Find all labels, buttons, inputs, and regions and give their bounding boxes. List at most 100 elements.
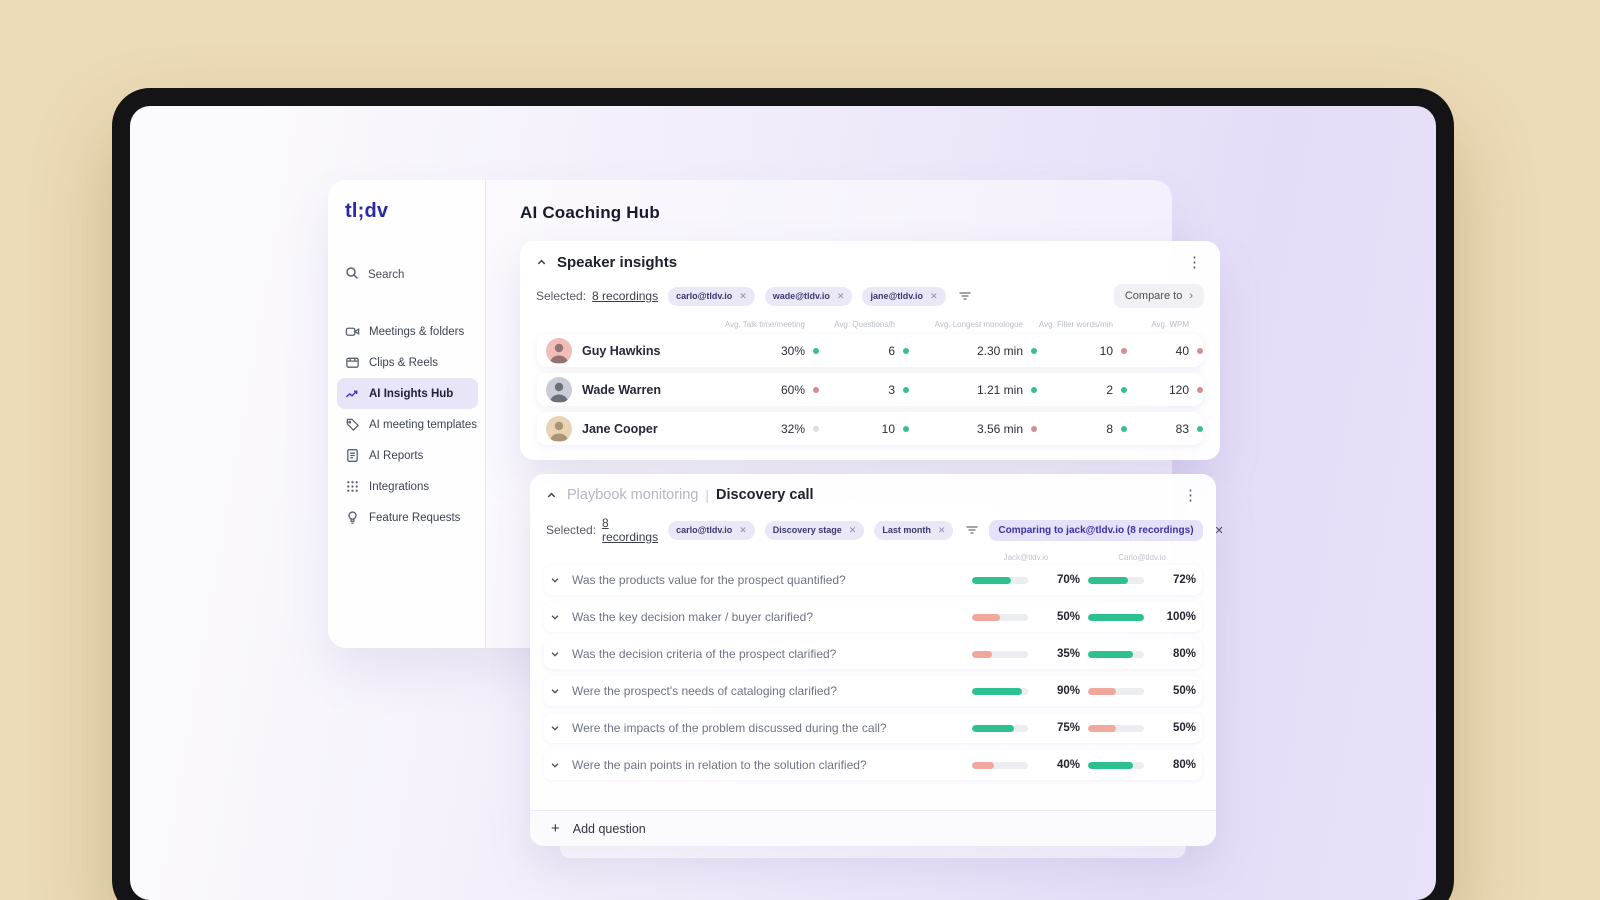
question-text: Were the prospect's needs of cataloging … — [572, 684, 837, 698]
line-chart-icon — [345, 386, 360, 401]
question-row[interactable]: Was the key decision maker / buyer clari… — [544, 602, 1202, 632]
filter-icon[interactable] — [958, 289, 972, 303]
column-header: Avg. Filler words/min — [1038, 320, 1113, 329]
question-row[interactable]: Was the decision criteria of the prospec… — [544, 639, 1202, 669]
table-row[interactable]: Guy Hawkins 30% 6 2.30 min 10 40 — [537, 334, 1203, 367]
search-label: Search — [368, 268, 405, 281]
sidebar: tl;dv Search Meetings & folders Clips & … — [328, 180, 486, 648]
filter-chip-label: jane@tldv.io — [870, 291, 924, 301]
sidebar-item-ai-meeting-templates[interactable]: AI meeting templates — [337, 409, 478, 440]
selected-count-link[interactable]: 8 recordings — [602, 516, 658, 544]
chevron-right-icon: › — [1189, 290, 1193, 302]
progress-bar — [1088, 576, 1144, 584]
chip-close-icon[interactable]: ✕ — [739, 291, 747, 302]
chevron-down-icon[interactable] — [550, 760, 564, 770]
avatar — [546, 337, 572, 364]
question-row[interactable]: Were the pain points in relation to the … — [544, 750, 1202, 780]
speaker-insights-card: Speaker insights ⋮ Selected: 8 recording… — [520, 241, 1220, 460]
sidebar-item-integrations[interactable]: Integrations — [337, 471, 478, 502]
progress-value: 40% — [1056, 759, 1080, 771]
video-camera-icon — [345, 324, 360, 339]
chevron-down-icon[interactable] — [550, 723, 564, 733]
speaker-filter-row: Selected: 8 recordings carlo@tldv.io ✕ w… — [520, 278, 1220, 308]
progress-value: 80% — [1172, 759, 1196, 771]
progress-bar — [972, 724, 1028, 732]
filter-chip-label: carlo@tldv.io — [676, 525, 733, 535]
speaker-table-columns: Avg. Talk time/meeting Avg. Questions/h … — [520, 308, 1220, 334]
filter-chip[interactable]: Discovery stage ✕ — [764, 520, 865, 540]
metric-value: 120 — [1168, 382, 1189, 397]
lightbulb-icon — [345, 510, 360, 525]
chevron-down-icon[interactable] — [550, 612, 564, 622]
chip-close-icon[interactable]: ✕ — [739, 525, 747, 536]
chip-close-icon[interactable]: ✕ — [837, 291, 845, 302]
column-header: Avg. Questions/h — [834, 320, 895, 329]
progress-bar — [1088, 687, 1144, 695]
column-header: Avg. Talk time/meeting — [724, 320, 805, 329]
chevron-down-icon[interactable] — [550, 575, 564, 585]
progress-bar — [972, 687, 1028, 695]
plus-icon: + — [551, 820, 560, 837]
speaker-insights-title: Speaker insights — [557, 254, 678, 271]
search-button[interactable]: Search — [345, 266, 404, 283]
search-icon — [345, 266, 359, 283]
column-header: Avg. WPM — [1151, 320, 1189, 329]
filter-chip[interactable]: Last month ✕ — [874, 520, 954, 540]
filter-chip[interactable]: carlo@tldv.io ✕ — [668, 286, 755, 306]
add-question-button[interactable]: + Add question — [530, 810, 1216, 846]
chevron-down-icon[interactable] — [550, 649, 564, 659]
comparing-chip[interactable]: Comparing to jack@tldv.io (8 recordings) — [989, 519, 1203, 541]
progress-bar — [1088, 650, 1144, 658]
chip-close-icon[interactable]: ✕ — [930, 291, 938, 302]
filter-chip-label: carlo@tldv.io — [676, 291, 733, 301]
progress-bar — [1088, 724, 1144, 732]
metric-value: 60% — [780, 382, 805, 397]
sidebar-item-label: AI Insights Hub — [369, 387, 454, 400]
collapse-chevron-up-icon[interactable] — [546, 490, 557, 501]
sidebar-item-ai-insights-hub[interactable]: AI Insights Hub — [337, 378, 478, 409]
filter-chip[interactable]: carlo@tldv.io ✕ — [668, 520, 755, 540]
chip-close-icon[interactable]: ✕ — [849, 525, 857, 536]
sidebar-item-meetings-folders[interactable]: Meetings & folders — [337, 316, 478, 347]
selected-count-link[interactable]: 8 recordings — [592, 289, 658, 303]
question-text: Was the key decision maker / buyer clari… — [572, 610, 813, 624]
progress-value: 90% — [1056, 685, 1080, 697]
sidebar-item-clips-reels[interactable]: Clips & Reels — [337, 347, 478, 378]
progress-bar — [1088, 761, 1144, 769]
status-dot — [1197, 347, 1203, 354]
kebab-menu-icon[interactable]: ⋮ — [1185, 255, 1204, 270]
question-row[interactable]: Were the prospect's needs of cataloging … — [544, 676, 1202, 706]
report-icon — [345, 448, 360, 463]
card-stack-edge — [560, 846, 1186, 858]
avatar — [546, 415, 572, 442]
column-header: Avg. Longest monologue — [934, 320, 1023, 329]
table-row[interactable]: Jane Cooper 32% 10 3.56 min 8 83 — [537, 412, 1203, 445]
sidebar-menu: Meetings & folders Clips & Reels AI Insi… — [337, 316, 478, 533]
sidebar-item-feature-requests[interactable]: Feature Requests — [337, 502, 478, 533]
collapse-chevron-up-icon[interactable] — [536, 257, 547, 268]
status-dot — [1197, 386, 1203, 393]
chevron-down-icon[interactable] — [550, 686, 564, 696]
kebab-menu-icon[interactable]: ⋮ — [1181, 488, 1200, 503]
grid-dots-icon — [345, 479, 360, 494]
speaker-name: Jane Cooper — [582, 421, 658, 436]
progress-value: 70% — [1056, 574, 1080, 586]
question-text: Were the impacts of the problem discusse… — [572, 721, 887, 735]
playbook-filter-row: Selected: 8 recordings carlo@tldv.io ✕ D… — [530, 510, 1224, 544]
compare-to-button[interactable]: Compare to › — [1113, 284, 1204, 308]
question-row[interactable]: Were the impacts of the problem discusse… — [544, 713, 1202, 743]
sidebar-item-ai-reports[interactable]: AI Reports — [337, 440, 478, 471]
speaker-insights-header: Speaker insights ⋮ — [520, 241, 1220, 278]
question-text: Were the pain points in relation to the … — [572, 758, 867, 772]
table-row[interactable]: Wade Warren 60% 3 1.21 min 2 120 — [537, 373, 1203, 406]
filter-chip[interactable]: wade@tldv.io ✕ — [764, 286, 853, 306]
sidebar-item-label: Clips & Reels — [369, 356, 439, 369]
comparing-close-icon[interactable]: ✕ — [1215, 524, 1224, 537]
app-logo: tl;dv — [345, 200, 389, 222]
filter-chip[interactable]: jane@tldv.io ✕ — [862, 286, 946, 306]
clapperboard-icon — [345, 355, 360, 370]
metric-value: 3.56 min — [976, 421, 1023, 436]
filter-icon[interactable] — [965, 523, 979, 537]
question-row[interactable]: Was the products value for the prospect … — [544, 565, 1202, 595]
chip-close-icon[interactable]: ✕ — [938, 525, 946, 536]
